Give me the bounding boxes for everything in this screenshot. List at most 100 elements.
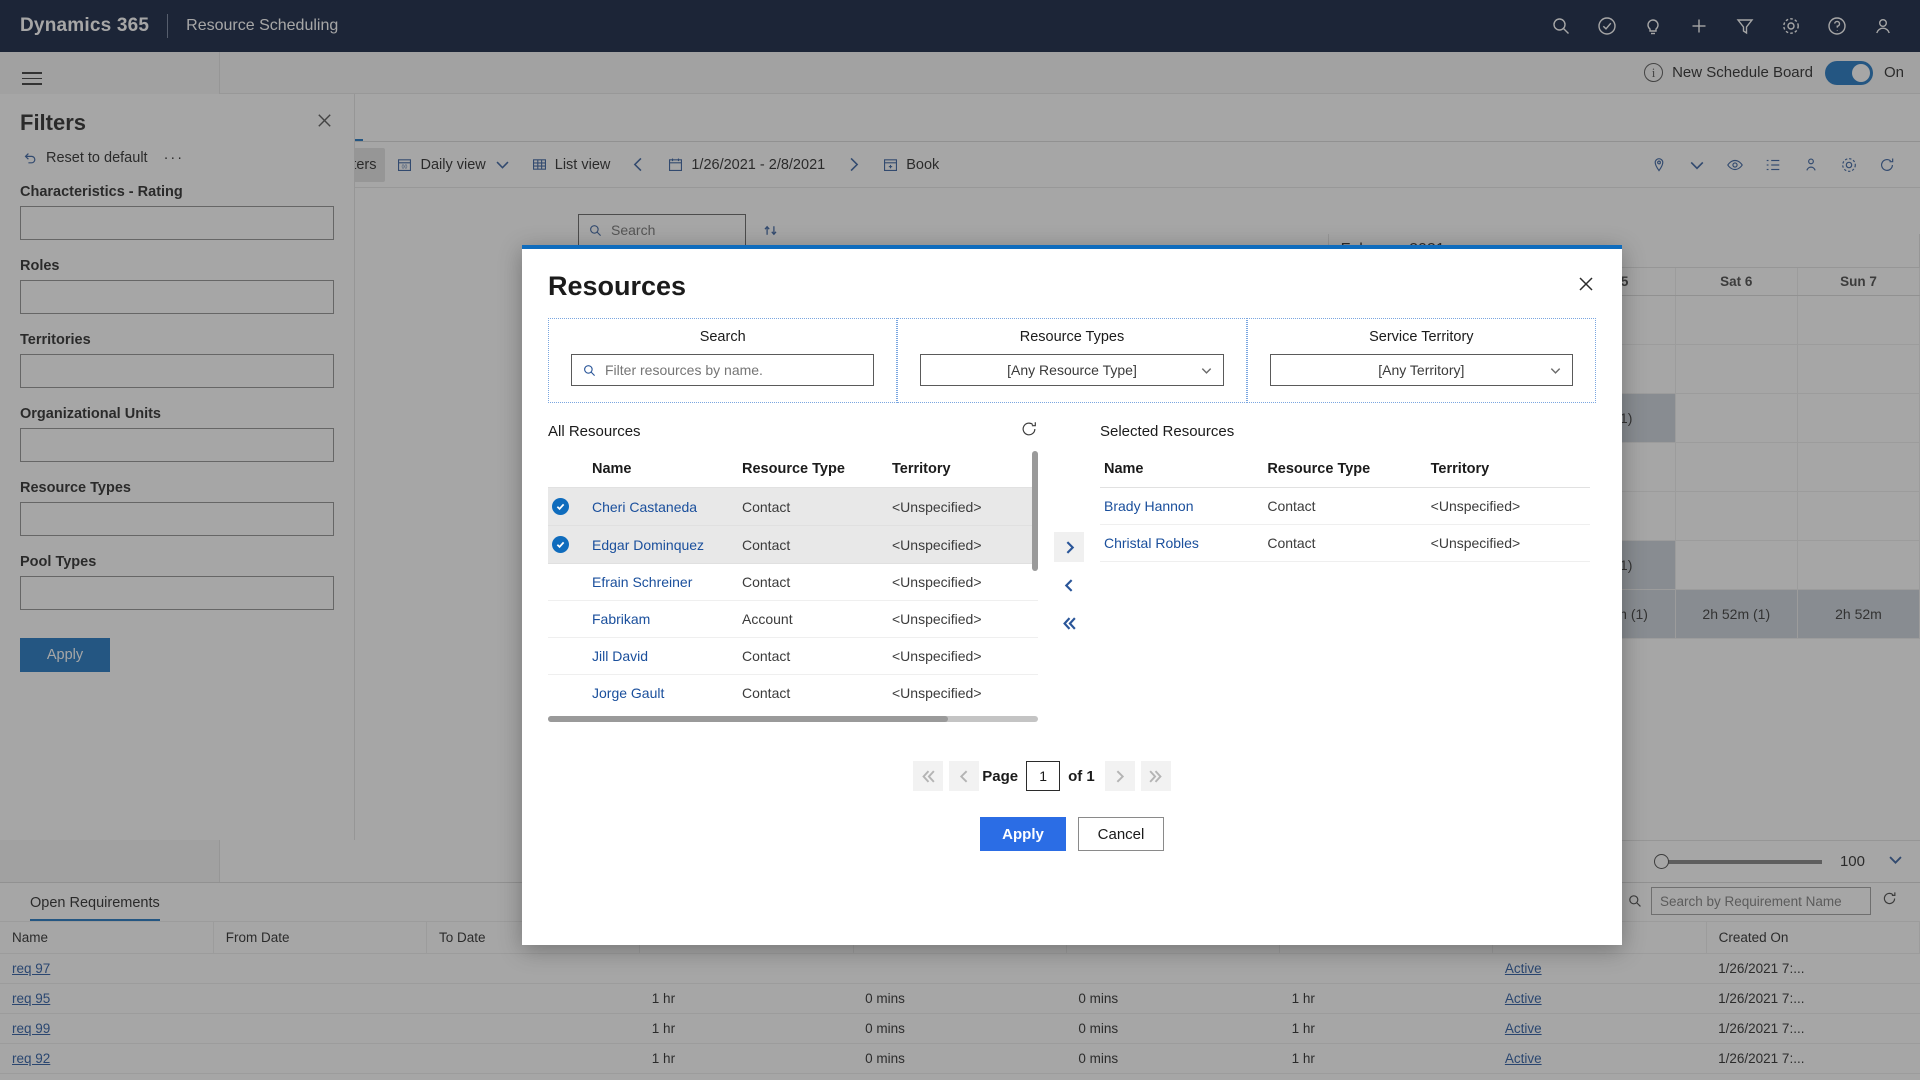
remove-all-resources-button[interactable] [1054,608,1084,638]
table-cell: Contact [1263,524,1427,562]
page-number-input[interactable] [1026,761,1061,791]
chevron-down-icon [1550,367,1561,374]
resource-types-label: Resource Types [1019,329,1125,345]
table-row[interactable]: Edgar Dominquez Contact <Unspecified> [548,525,1038,564]
resource-name-link[interactable]: Edgar Dominquez [592,537,704,553]
table-cell: Fabrikam [588,600,738,638]
checkbox-column-header [548,455,588,488]
table-cell: <Unspecified> [888,674,1038,710]
page-label: Page [982,767,1019,785]
table-cell: <Unspecified> [888,563,1038,601]
resources-dialog-title: Resources [548,271,687,301]
service-territory-dropdown[interactable]: [Any Territory] [1269,354,1573,386]
resource-name-link[interactable]: Brady Hannon [1104,498,1194,514]
resource-name-link[interactable]: Jorge Gault [592,685,664,701]
all-resources-table-body: Cheri Castaneda Contact <Unspecified> Edgar… [548,487,1038,710]
remove-resource-button[interactable] [1054,570,1084,600]
table-row[interactable]: Fabrikam Account <Unspecified> [548,600,1038,638]
close-icon[interactable] [1576,274,1596,299]
selected-resources-table-header: Name Resource Type Territory [1100,455,1590,488]
chevron-down-icon [1201,367,1211,374]
resource-name-link[interactable]: Cheri Castaneda [592,499,697,515]
chevron-left-icon [1064,578,1072,592]
refresh-icon[interactable] [1020,420,1038,443]
table-cell: Contact [738,637,888,675]
row-checkbox[interactable] [548,563,588,601]
previous-page-button[interactable] [949,761,980,791]
last-page-button[interactable] [1140,761,1171,791]
search-icon [584,364,595,376]
all-resources-table: Name Resource Type Territory Cheri Castane… [548,455,1038,710]
next-page-button[interactable] [1104,761,1135,791]
all-resources-list[interactable]: Name Resource Type Territory Cheri Castane… [548,445,1038,710]
table-cell: Jorge Gault [588,674,738,710]
table-cell: Contact [738,674,888,710]
table-cell: Brady Hannon [1100,487,1264,525]
table-cell: <Unspecified> [888,600,1038,638]
resource-types-cell: Resource Types [Any Resource Type] [897,318,1247,403]
resources-dialog-header: Resources [522,249,1622,312]
table-cell: Christal Robles [1100,524,1264,562]
resource-name-link[interactable]: Fabrikam [592,611,650,627]
table-row[interactable]: Efrain Schreiner Contact <Unspecified> [548,563,1038,601]
selected-resources-column-header[interactable]: Resource Type [1263,455,1427,488]
apply-button[interactable]: Apply [980,817,1066,851]
table-row[interactable]: Christal Robles Contact <Unspecified> [1100,524,1590,562]
all-resources-column: All Resources Name Resource Type Territory… [548,417,1038,747]
resource-search-input[interactable] [605,362,864,378]
table-cell: Contact [738,563,888,601]
resource-types-dropdown[interactable]: [Any Resource Type] [920,354,1224,386]
table-cell: Contact [1263,487,1427,525]
table-cell: <Unspecified> [888,637,1038,675]
selected-resources-table-body: Brady Hannon Contact <Unspecified> Christal… [1100,487,1590,562]
cancel-button[interactable]: Cancel [1078,817,1164,851]
resources-pagination: Page of 1 [462,761,1622,791]
resource-name-link[interactable]: Efrain Schreiner [592,574,692,590]
selected-resources-column: Selected Resources Name Resource Type Terr… [1100,417,1590,747]
table-row[interactable]: Cheri Castaneda Contact <Unspecified> [548,487,1038,526]
selected-resources-title: Selected Resources [1100,422,1235,440]
all-resources-table-header: Name Resource Type Territory [548,455,1038,488]
all-resources-column-header[interactable]: Territory [888,455,1038,488]
chevron-double-right-icon [1149,769,1163,783]
service-territory-label: Service Territory [1369,329,1474,345]
table-cell: Edgar Dominquez [588,525,738,564]
table-cell: <Unspecified> [888,525,1038,564]
selected-resources-column-header[interactable]: Name [1100,455,1264,488]
table-row[interactable]: Jill David Contact <Unspecified> [548,637,1038,675]
add-resource-button[interactable] [1054,532,1084,562]
resource-search-cell: Search [548,318,898,403]
row-checkbox[interactable] [548,487,588,526]
transfer-buttons [1038,417,1100,747]
resource-name-link[interactable]: Jill David [592,648,648,664]
first-page-button[interactable] [913,761,944,791]
table-cell: <Unspecified> [1426,487,1590,525]
resources-dialog-footer: Apply Cancel [522,817,1622,851]
selected-resources-header: Selected Resources [1100,417,1590,445]
table-row[interactable]: Brady Hannon Contact <Unspecified> [1100,487,1590,525]
resource-name-link[interactable]: Christal Robles [1104,535,1199,551]
all-resources-column-header[interactable]: Name [588,455,738,488]
row-checkbox[interactable] [548,637,588,675]
table-cell: Contact [738,487,888,526]
selected-resources-column-header[interactable]: Territory [1426,455,1590,488]
row-checkbox[interactable] [548,525,588,564]
table-cell: <Unspecified> [888,487,1038,526]
all-resources-header: All Resources [548,417,1038,445]
all-resources-vertical-scrollbar[interactable] [1032,451,1038,571]
row-checkbox[interactable] [548,674,588,710]
chevron-double-left-icon [1062,616,1076,630]
table-cell: Contact [738,525,888,564]
all-resources-column-header[interactable]: Resource Type [738,455,888,488]
resource-types-value: [Any Resource Type] [1007,362,1137,378]
check-icon [552,498,569,515]
resource-search-box[interactable] [571,354,875,386]
row-checkbox[interactable] [548,600,588,638]
check-icon [552,536,569,553]
all-resources-horizontal-scrollbar[interactable] [548,716,1038,722]
table-row[interactable]: Jorge Gault Contact <Unspecified> [548,674,1038,710]
resources-dialog: Resources Search Resource Types [Any Res… [522,245,1622,945]
table-cell: Efrain Schreiner [588,563,738,601]
selected-resources-list[interactable]: Name Resource Type Territory Brady Hannon C… [1100,445,1590,710]
table-cell: <Unspecified> [1426,524,1590,562]
